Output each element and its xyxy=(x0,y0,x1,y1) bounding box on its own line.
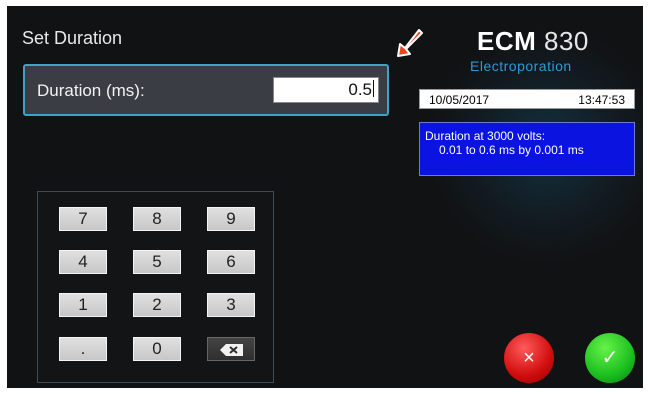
numeric-keypad: 7 8 9 4 5 6 1 2 3 . 0 xyxy=(37,191,274,383)
duration-label: Duration (ms): xyxy=(37,81,145,100)
key-decimal[interactable]: . xyxy=(59,337,107,361)
key-5[interactable]: 5 xyxy=(133,250,181,274)
backspace-icon xyxy=(220,344,243,356)
info-line-1: Duration at 3000 volts: xyxy=(425,129,546,143)
duration-value: 0.5 xyxy=(348,80,372,99)
duration-panel: Duration (ms): 0.5 xyxy=(23,64,389,116)
text-caret xyxy=(373,80,374,97)
device-screen: Set Duration Duration (ms): 0.5 ECM 830 … xyxy=(7,6,643,388)
key-8[interactable]: 8 xyxy=(133,207,181,231)
key-1[interactable]: 1 xyxy=(59,293,107,317)
key-7[interactable]: 7 xyxy=(59,207,107,231)
cancel-button[interactable]: × xyxy=(504,333,554,383)
checkmark-icon: ✓ xyxy=(601,347,619,369)
duration-input[interactable]: 0.5 xyxy=(273,77,379,103)
brand-name: ECM 830 xyxy=(477,26,589,56)
key-2[interactable]: 2 xyxy=(133,293,181,317)
confirm-button[interactable]: ✓ xyxy=(585,333,635,383)
key-3[interactable]: 3 xyxy=(207,293,255,317)
key-9[interactable]: 9 xyxy=(207,207,255,231)
info-line-2: 0.01 to 0.6 ms by 0.001 ms xyxy=(439,143,584,157)
date-label: 10/05/2017 xyxy=(429,93,490,107)
page-title: Set Duration xyxy=(22,28,123,48)
key-4[interactable]: 4 xyxy=(59,250,107,274)
brand-subtitle: Electroporation xyxy=(470,58,572,74)
key-0[interactable]: 0 xyxy=(133,337,181,361)
close-icon: × xyxy=(523,347,535,369)
date-time-bar: 10/05/2017 13:47:53 xyxy=(419,89,635,109)
time-label: 13:47:53 xyxy=(578,93,625,107)
duration-info-box: Duration at 3000 volts: 0.01 to 0.6 ms b… xyxy=(419,122,635,176)
pointer-arrow-icon xyxy=(397,29,423,57)
backspace-button[interactable] xyxy=(207,337,255,361)
key-6[interactable]: 6 xyxy=(207,250,255,274)
